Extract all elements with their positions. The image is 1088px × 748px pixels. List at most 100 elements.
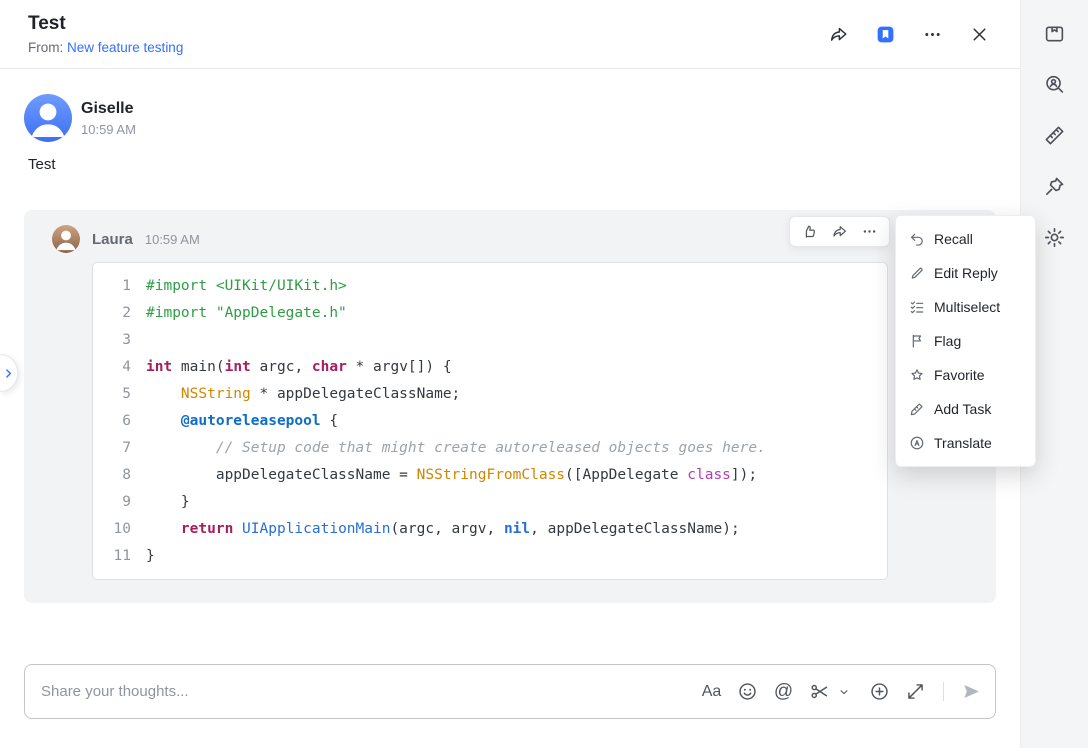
- thread-main: Test From: New feature testing: [0, 0, 1020, 748]
- line-number: 9: [109, 489, 131, 516]
- code-text: NSString * appDelegateClassName;: [146, 381, 460, 408]
- code-lines: 1 #import <UIKit/UIKit.h> 2 #import "AppDel…: [109, 273, 871, 570]
- sender-name: Laura: [92, 231, 133, 248]
- emoji-icon[interactable]: [737, 681, 758, 703]
- message-input[interactable]: [41, 683, 691, 700]
- menu-item-label: Favorite: [934, 367, 985, 383]
- from-label: From:: [28, 40, 63, 55]
- code-text: int main(int argc, char * argv[]) {: [146, 354, 452, 381]
- code-line: 9 }: [109, 489, 871, 516]
- code-text: #import "AppDelegate.h": [146, 300, 347, 327]
- sender-name: Giselle: [81, 100, 136, 118]
- code-line: 7 // Setup code that might create autore…: [109, 435, 871, 462]
- menu-item-edit-reply[interactable]: Edit Reply: [896, 256, 1035, 290]
- line-number: 10: [109, 516, 131, 543]
- root-message-header: Giselle 10:59 AM: [24, 94, 136, 142]
- star-icon: [909, 367, 925, 383]
- message-context-menu: Recall Edit Reply Multiselect Flag Favor…: [895, 215, 1036, 467]
- composer-toolbar: Aa @: [701, 681, 982, 703]
- mention-icon[interactable]: @: [773, 681, 794, 703]
- more-icon[interactable]: [919, 21, 945, 47]
- menu-item-multiselect[interactable]: Multiselect: [896, 290, 1035, 324]
- thread-header: Test From: New feature testing: [0, 0, 1020, 69]
- plus-circle-icon[interactable]: [869, 681, 890, 703]
- add-task-icon: [909, 401, 925, 417]
- thread-source: From: New feature testing: [28, 40, 183, 55]
- menu-item-flag[interactable]: Flag: [896, 324, 1035, 358]
- thread-panel: Test From: New feature testing: [0, 0, 1088, 748]
- close-icon[interactable]: [966, 21, 992, 47]
- settings-gear-icon[interactable]: [1043, 225, 1067, 249]
- menu-item-label: Recall: [934, 231, 973, 247]
- send-icon[interactable]: [961, 681, 982, 703]
- code-line: 2 #import "AppDelegate.h": [109, 300, 871, 327]
- expand-icon[interactable]: [905, 681, 926, 703]
- line-number: 3: [109, 327, 131, 354]
- ruler-icon[interactable]: [1043, 123, 1067, 147]
- avatar[interactable]: [52, 225, 80, 253]
- code-line: 6 @autoreleasepool {: [109, 408, 871, 435]
- menu-item-label: Multiselect: [934, 299, 1000, 315]
- recall-icon: [909, 231, 925, 247]
- code-line: 11}: [109, 543, 871, 570]
- message-timestamp: 10:59 AM: [81, 122, 136, 137]
- code-text: appDelegateClassName = NSStringFromClass…: [146, 462, 757, 489]
- line-number: 7: [109, 435, 131, 462]
- divider: [943, 682, 944, 701]
- code-line: 4 int main(int argc, char * argv[]) {: [109, 354, 871, 381]
- avatar[interactable]: [24, 94, 72, 142]
- source-chat-link[interactable]: New feature testing: [67, 40, 183, 55]
- scissors-icon[interactable]: [809, 681, 830, 703]
- code-line: 8 appDelegateClassName = NSStringFromCla…: [109, 462, 871, 489]
- code-line: 5 NSString * appDelegateClassName;: [109, 381, 871, 408]
- menu-item-add-task[interactable]: Add Task: [896, 392, 1035, 426]
- thumbs-up-icon[interactable]: [801, 223, 818, 240]
- line-number: 11: [109, 543, 131, 570]
- code-line: 1 #import <UIKit/UIKit.h>: [109, 273, 871, 300]
- flag-icon: [909, 333, 925, 349]
- code-text: // Setup code that might create autorele…: [146, 435, 766, 462]
- menu-item-favorite[interactable]: Favorite: [896, 358, 1035, 392]
- menu-item-recall[interactable]: Recall: [896, 222, 1035, 256]
- multiselect-icon: [909, 299, 925, 315]
- bookmark-box-icon[interactable]: [1043, 21, 1067, 45]
- menu-item-translate[interactable]: Translate: [896, 426, 1035, 460]
- line-number: 6: [109, 408, 131, 435]
- code-line: 10 return UIApplicationMain(argc, argv, …: [109, 516, 871, 543]
- message-timestamp: 10:59 AM: [145, 232, 200, 247]
- more-icon[interactable]: [861, 223, 878, 240]
- page-title: Test: [28, 13, 183, 35]
- reply-message-card: Laura 10:59 AM 1#import <UIKit/UIKit.h>2…: [24, 210, 996, 603]
- message-composer: Aa @: [24, 664, 996, 719]
- line-number: 2: [109, 300, 131, 327]
- line-number: 1: [109, 273, 131, 300]
- code-text: }: [146, 489, 190, 516]
- code-line: 3: [109, 327, 871, 354]
- menu-item-label: Translate: [934, 435, 992, 451]
- root-message-text: Test: [28, 156, 56, 173]
- chevron-down-icon[interactable]: [833, 681, 854, 703]
- line-number: 5: [109, 381, 131, 408]
- bookmark-saved-icon[interactable]: [872, 21, 898, 47]
- edit-icon: [909, 265, 925, 281]
- code-text: @autoreleasepool {: [146, 408, 338, 435]
- menu-item-label: Edit Reply: [934, 265, 998, 281]
- reply-header: Laura 10:59 AM: [52, 225, 200, 253]
- code-text: return UIApplicationMain(argc, argv, nil…: [146, 516, 740, 543]
- line-number: 4: [109, 354, 131, 381]
- translate-icon: [909, 435, 925, 451]
- menu-item-label: Add Task: [934, 401, 991, 417]
- line-number: 8: [109, 462, 131, 489]
- code-block: 1 #import <UIKit/UIKit.h> 2 #import "AppDel…: [92, 262, 888, 580]
- font-size-icon[interactable]: Aa: [701, 681, 722, 703]
- chevron-right-icon: [2, 367, 15, 380]
- pin-icon[interactable]: [1043, 174, 1067, 198]
- screenshot-tool[interactable]: [809, 681, 854, 703]
- message-hover-toolbar: [789, 216, 890, 247]
- code-text: #import <UIKit/UIKit.h>: [146, 273, 347, 300]
- member-search-icon[interactable]: [1043, 72, 1067, 96]
- code-text: }: [146, 543, 155, 570]
- menu-item-label: Flag: [934, 333, 961, 349]
- share-icon[interactable]: [825, 21, 851, 47]
- forward-icon[interactable]: [831, 223, 848, 240]
